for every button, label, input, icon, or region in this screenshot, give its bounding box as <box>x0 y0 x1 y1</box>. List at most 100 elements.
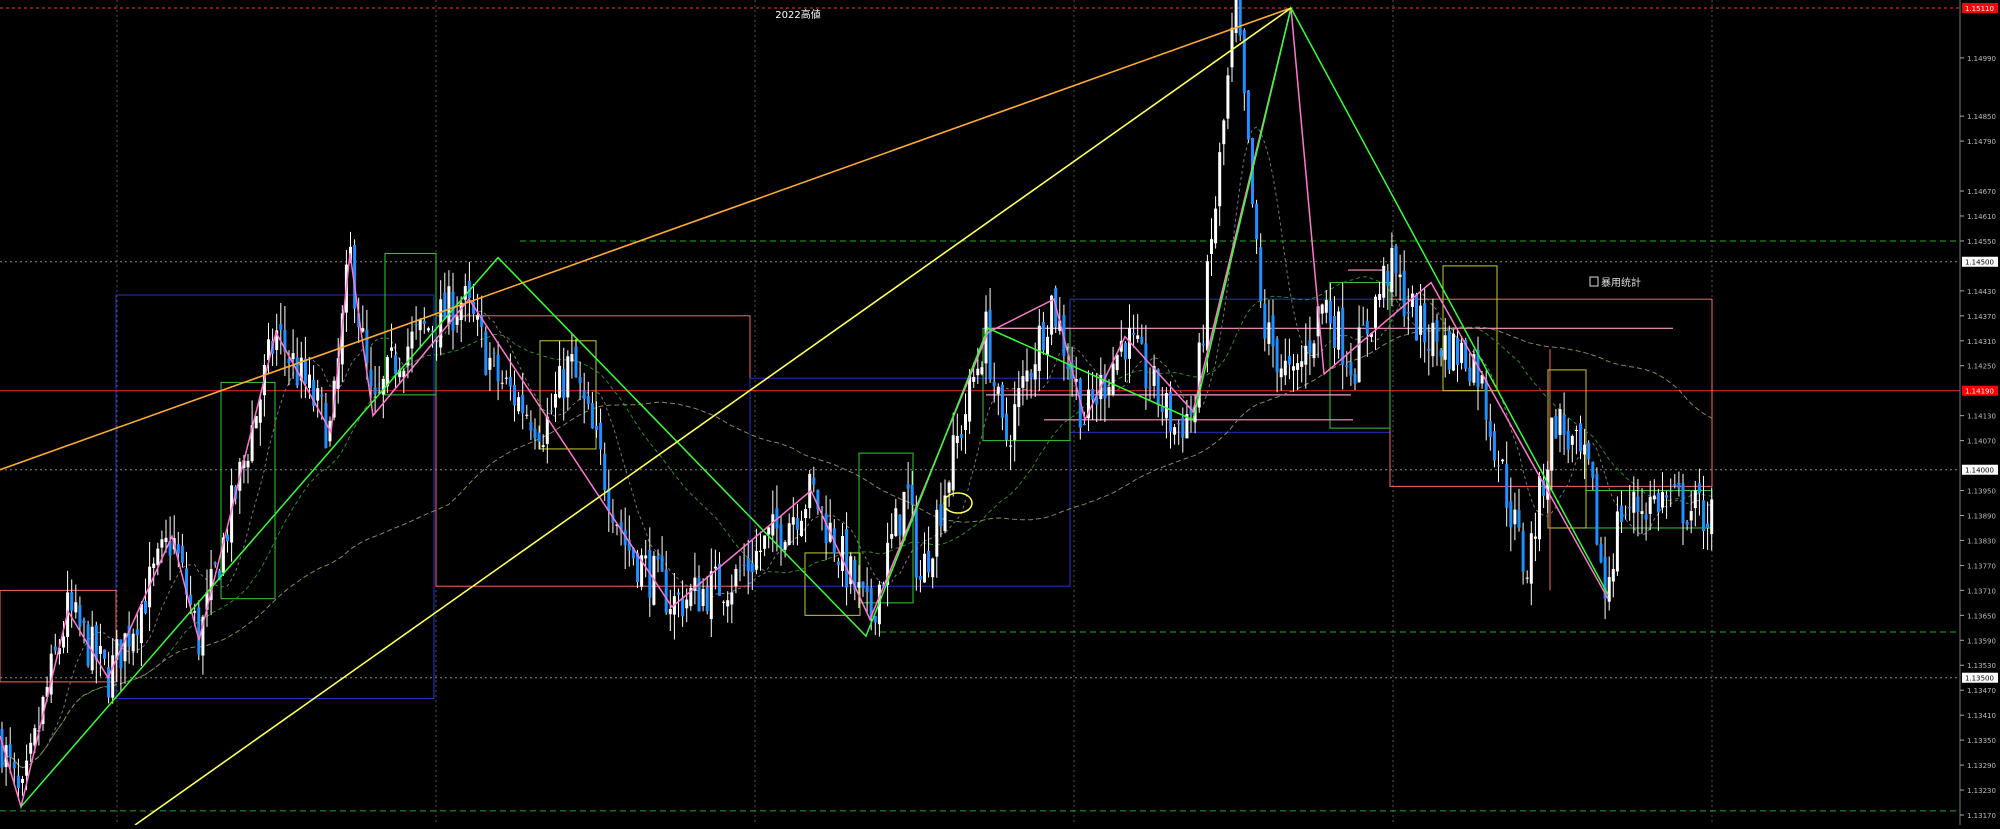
candle <box>558 341 562 399</box>
candle-body <box>213 562 217 565</box>
candle <box>586 381 590 410</box>
candle-body <box>1624 514 1628 516</box>
candle <box>1505 441 1509 527</box>
candle-body <box>1181 417 1185 438</box>
candle <box>1620 490 1623 534</box>
highlight-ellipse <box>943 492 973 514</box>
candle-body <box>1123 342 1127 360</box>
candle <box>1587 440 1591 465</box>
candle-body <box>1136 335 1140 339</box>
candle-body <box>1255 203 1259 240</box>
candle-body <box>70 592 74 611</box>
candle <box>1255 199 1259 255</box>
candle-body <box>1041 321 1045 351</box>
candle <box>504 370 508 385</box>
chart-area[interactable]: 1.14990 1.14850 1.14790 1.14670 1.14610 1.145… <box>0 0 2000 826</box>
candle-body <box>525 414 529 416</box>
candle-body <box>750 563 754 573</box>
candle <box>525 404 529 419</box>
candle-body <box>504 377 508 379</box>
candle <box>1238 0 1242 41</box>
candle <box>1365 308 1369 357</box>
candle <box>1152 354 1156 399</box>
candle-body <box>1529 533 1533 584</box>
axis-tick-label: 1.13770 <box>1967 562 1996 570</box>
candle <box>545 397 549 464</box>
axis-tick-label: 1.13170 <box>1967 812 1996 820</box>
candle <box>70 579 74 628</box>
candle-body <box>1521 531 1525 572</box>
candle <box>1574 425 1578 455</box>
candle <box>1595 467 1599 546</box>
candle <box>1222 118 1226 166</box>
candle-body <box>1456 337 1459 365</box>
candle <box>90 610 94 674</box>
candle-body <box>78 604 82 627</box>
axis-tick-label: 1.14130 <box>1967 413 1996 421</box>
candle-body <box>951 435 955 491</box>
candle <box>935 499 939 578</box>
candle <box>529 410 533 441</box>
candle-body <box>135 629 139 636</box>
candle-body <box>783 541 787 550</box>
candle <box>607 469 611 532</box>
candle <box>849 552 853 594</box>
candle <box>951 412 955 497</box>
candle <box>180 533 184 568</box>
candle-body <box>1144 343 1148 389</box>
candle-body <box>1402 270 1406 317</box>
candle-body <box>369 369 373 387</box>
candle <box>1123 341 1127 382</box>
candle <box>1173 424 1177 445</box>
candle <box>98 623 102 677</box>
candle-body <box>1230 27 1234 68</box>
candle <box>373 365 377 415</box>
candle <box>1681 473 1685 545</box>
candle <box>1492 423 1496 468</box>
candle-body <box>1205 261 1209 351</box>
candle-body <box>1308 340 1312 354</box>
candle-body <box>898 514 902 536</box>
price-chart[interactable]: 1.14990 1.14850 1.14790 1.14670 1.14610 1.145… <box>0 0 2000 826</box>
candle-body <box>1164 393 1168 419</box>
stats-annotation[interactable]: 暴用统計 <box>1589 276 1641 289</box>
axis-tick-label: 1.13650 <box>1967 612 1996 620</box>
candle <box>492 347 496 368</box>
candle <box>595 401 598 438</box>
candle-body <box>16 775 20 789</box>
candle <box>21 775 24 796</box>
candle <box>377 366 381 394</box>
candle-body <box>1115 354 1119 371</box>
candle <box>1025 348 1029 400</box>
candle <box>562 347 566 421</box>
candle-body <box>812 477 816 485</box>
candle <box>730 574 734 624</box>
candle <box>1328 283 1332 330</box>
candle-body <box>513 384 516 406</box>
candle <box>718 552 721 596</box>
candle <box>1361 306 1365 326</box>
candle <box>1013 381 1017 462</box>
candle <box>209 549 213 616</box>
candle <box>705 575 709 615</box>
candle-body <box>1013 404 1017 441</box>
candle <box>443 272 447 320</box>
axis-tick-label: 1.14550 <box>1967 238 1996 246</box>
candle <box>763 535 767 557</box>
candle-body <box>1037 325 1041 371</box>
candle-body <box>976 368 980 376</box>
candle <box>197 600 201 661</box>
candle <box>726 591 730 623</box>
candle-body <box>1693 490 1697 508</box>
candle <box>1115 353 1119 375</box>
candle <box>205 569 209 627</box>
candle-body <box>1337 311 1341 350</box>
candle-body <box>1702 500 1705 532</box>
candle <box>939 482 943 538</box>
candle <box>131 628 135 666</box>
candle-body <box>1583 444 1587 455</box>
candle-body <box>574 346 578 378</box>
candle-body <box>193 611 197 613</box>
candle-body <box>422 320 426 325</box>
candle-body <box>455 316 459 325</box>
